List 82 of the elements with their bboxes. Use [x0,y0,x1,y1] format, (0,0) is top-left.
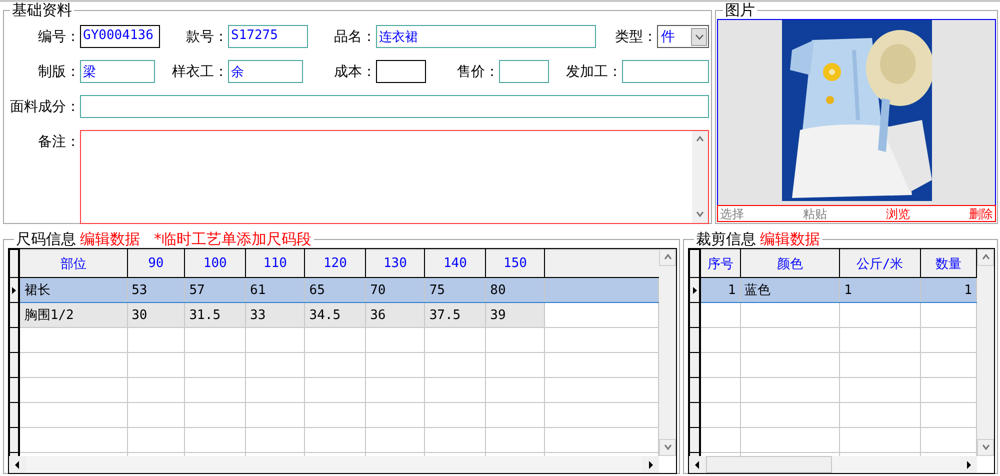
horizontal-scrollbar[interactable] [9,456,659,473]
table-cell: 36 [366,302,425,328]
chevron-down-icon [694,34,704,40]
field-label: 面料成分： [9,98,80,116]
image-button[interactable]: 选择 [720,206,744,221]
table-row[interactable]: 胸围1/2 30 31.5 33 34.5 36 37.5 39 [10,302,658,328]
column-header[interactable]: 140 [424,250,486,278]
table-cell: 34.5 [304,302,366,328]
field-label: 样衣工： [171,62,228,80]
table-cell: 蓝色 [740,278,840,302]
table-cell: 33 [246,302,305,328]
column-header[interactable]: 150 [486,250,545,278]
arrow-down-icon [980,442,990,452]
input-field[interactable]: 余 [228,60,303,83]
arrow-down-icon [662,442,672,452]
input-field[interactable] [622,60,709,83]
table-cell: 1 [700,278,740,302]
type-dropdown[interactable]: 件 [657,25,709,48]
table-cell: 39 [486,302,545,328]
table-cell: 75 [424,278,486,302]
table-cell: 裙长 [19,278,128,302]
column-header[interactable]: 部位 [19,250,128,278]
table-row[interactable]: 裙长 53 57 61 65 70 75 80 [10,278,658,302]
table-cell: 1 [840,278,920,302]
table-cell: 37.5 [424,302,486,328]
column-header[interactable]: 110 [246,250,305,278]
group-title: 尺码信息 [16,230,76,248]
group-title: 裁剪信息 [696,230,756,248]
table-cell: 53 [127,278,185,302]
column-header[interactable]: 序号 [700,250,740,278]
edit-data-link[interactable]: 编辑数据 [80,230,140,248]
table-cell: 70 [366,278,425,302]
column-header[interactable]: 公斤/米 [840,250,920,278]
field-label: 款号： [185,28,228,46]
vertical-scrollbar[interactable] [692,131,708,223]
table-cell: 31.5 [184,302,246,328]
input-field[interactable]: 连衣裙 [376,25,596,48]
table-cell: 65 [304,278,366,302]
column-header[interactable]: 120 [304,250,366,278]
edit-data-link[interactable]: 编辑数据 [760,230,820,248]
table-cell: 1 [920,278,976,302]
arrow-down-icon [695,210,705,220]
vertical-scrollbar[interactable] [977,249,994,456]
table-cell: 胸围1/2 [19,302,128,328]
input-field[interactable] [80,95,709,118]
row-pointer-icon [12,286,16,294]
field-label: 发加工： [565,62,622,80]
image-button[interactable]: 浏览 [886,206,910,221]
column-header[interactable]: 数量 [920,250,976,278]
image-button[interactable]: 粘贴 [803,206,827,221]
horizontal-scrollbar[interactable] [689,456,977,473]
group-title: 基础资料 [11,2,73,19]
vertical-scrollbar[interactable] [659,249,676,456]
table-cell: 61 [246,278,305,302]
field-label: 备注： [37,133,80,151]
notes-field[interactable] [80,130,709,224]
row-header[interactable] [10,278,20,302]
row-pointer-icon [692,286,697,294]
column-header[interactable]: 130 [366,250,425,278]
table-cell: 57 [184,278,246,302]
column-header[interactable]: 90 [127,250,185,278]
field-label: 成本： [333,62,376,80]
field-label: 制版： [37,62,80,80]
input-field[interactable] [499,60,549,83]
group-title: 图片 [724,2,756,19]
field-label: 编号： [37,28,80,46]
field-label: 类型： [614,28,657,46]
table-cell: 80 [486,278,545,302]
field-label: 售价： [456,62,499,80]
row-header[interactable] [690,278,700,302]
column-header[interactable]: 100 [184,250,246,278]
table-row[interactable]: 1 蓝色 1 1 [690,278,976,302]
table-cell: 30 [127,302,185,328]
column-header[interactable]: 颜色 [740,250,840,278]
image-button[interactable]: 删除 [969,206,993,221]
input-field[interactable] [376,60,426,83]
input-field[interactable]: GY0004136 [80,25,160,48]
row-header[interactable] [10,302,20,328]
input-field[interactable]: 梁 [80,60,155,83]
input-field[interactable]: S17275 [228,25,308,48]
note-text: *临时工艺单添加尺码段 [154,230,312,248]
field-label: 品名： [333,28,376,46]
